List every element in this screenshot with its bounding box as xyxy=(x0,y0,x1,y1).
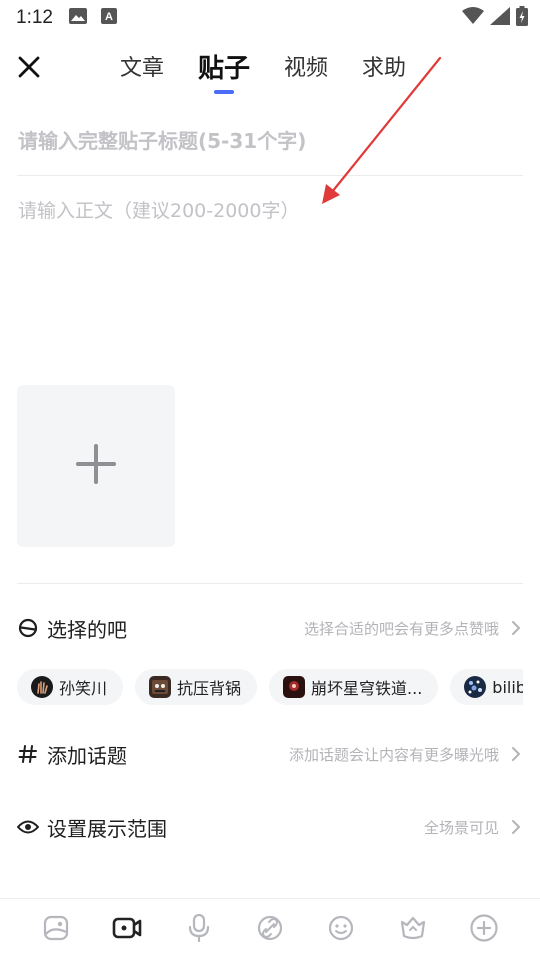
visibility-hint: 全场景可见 xyxy=(423,818,499,837)
bar-chip[interactable]: 抗压背锅 xyxy=(135,669,258,705)
select-bar-row[interactable]: 选择的吧 选择合适的吧会有更多点赞哦 xyxy=(17,608,523,648)
bar-avatar xyxy=(31,676,53,698)
signal-icon xyxy=(490,7,510,29)
insert-link-button[interactable] xyxy=(250,910,290,950)
media-divider xyxy=(17,583,523,584)
chevron-right-icon xyxy=(509,745,523,763)
bar-chip-label: 崩坏星穹铁道... xyxy=(311,679,423,698)
insert-video-button[interactable] xyxy=(107,910,147,950)
visibility-label: 设置展示范围 xyxy=(47,816,167,841)
status-bar: 1:12 A xyxy=(0,0,540,36)
svg-text:A: A xyxy=(105,11,113,23)
status-time: 1:12 xyxy=(16,7,53,28)
microphone-icon xyxy=(187,913,211,947)
bar-avatar xyxy=(283,676,306,698)
insert-emoji-button[interactable] xyxy=(321,910,361,950)
badge-icon xyxy=(398,914,428,946)
image-icon xyxy=(68,8,87,28)
close-icon xyxy=(17,55,41,83)
close-button[interactable] xyxy=(14,54,44,84)
battery-charging-icon xyxy=(516,6,528,30)
bar-chip-label: bilibili xyxy=(492,677,523,697)
wifi-icon xyxy=(462,7,484,29)
text-a-icon: A xyxy=(100,8,117,28)
add-topic-label: 添加话题 xyxy=(47,743,127,768)
bar-chip[interactable]: 崩坏星穹铁道... xyxy=(269,669,439,705)
tab-help[interactable]: 求助 xyxy=(362,52,406,86)
video-icon xyxy=(112,915,142,945)
select-bar-label: 选择的吧 xyxy=(47,617,127,642)
add-topic-hint: 添加话题会让内容有更多曝光哦 xyxy=(288,745,499,764)
top-nav: 文章 贴子 视频 求助 xyxy=(0,40,540,100)
insert-badge-button[interactable] xyxy=(393,910,433,950)
more-button[interactable] xyxy=(464,910,504,950)
chevron-right-icon xyxy=(509,818,523,836)
image-icon xyxy=(42,914,70,946)
add-media-button[interactable] xyxy=(17,385,175,547)
bar-chip-label: 孙笑川 xyxy=(59,679,108,698)
plus-circle-icon xyxy=(469,913,499,947)
tab-bar: 文章 贴子 视频 求助 xyxy=(120,52,440,86)
insert-voice-button[interactable] xyxy=(179,910,219,950)
chevron-right-icon xyxy=(509,619,523,637)
bar-avatar xyxy=(149,676,172,698)
bar-chip-label: 抗压背锅 xyxy=(177,679,242,698)
emoji-icon xyxy=(327,914,355,946)
bottom-toolbar xyxy=(0,898,540,960)
tab-video[interactable]: 视频 xyxy=(284,52,328,86)
bar-chip[interactable]: bilibili xyxy=(450,669,523,705)
plus-icon xyxy=(76,444,116,488)
bar-avatar xyxy=(464,676,487,698)
tab-post[interactable]: 贴子 xyxy=(198,52,250,86)
select-bar-hint: 选择合适的吧会有更多点赞哦 xyxy=(303,619,499,638)
bar-chip[interactable]: 孙笑川 xyxy=(17,669,124,705)
bar-chip-list: 孙笑川 抗压背锅 崩坏星穹铁道... bilibili xyxy=(17,669,523,707)
hash-icon xyxy=(17,743,39,765)
insert-image-button[interactable] xyxy=(36,910,76,950)
title-divider xyxy=(17,175,523,176)
post-title-input[interactable] xyxy=(18,122,523,160)
add-topic-row[interactable]: 添加话题 添加话题会让内容有更多曝光哦 xyxy=(17,734,523,774)
link-icon xyxy=(256,914,284,946)
visibility-row[interactable]: 设置展示范围 全场景可见 xyxy=(17,807,523,847)
post-body-input[interactable] xyxy=(18,196,523,356)
tab-article[interactable]: 文章 xyxy=(120,52,164,86)
bar-circle-icon xyxy=(17,617,39,639)
eye-icon xyxy=(17,816,39,838)
